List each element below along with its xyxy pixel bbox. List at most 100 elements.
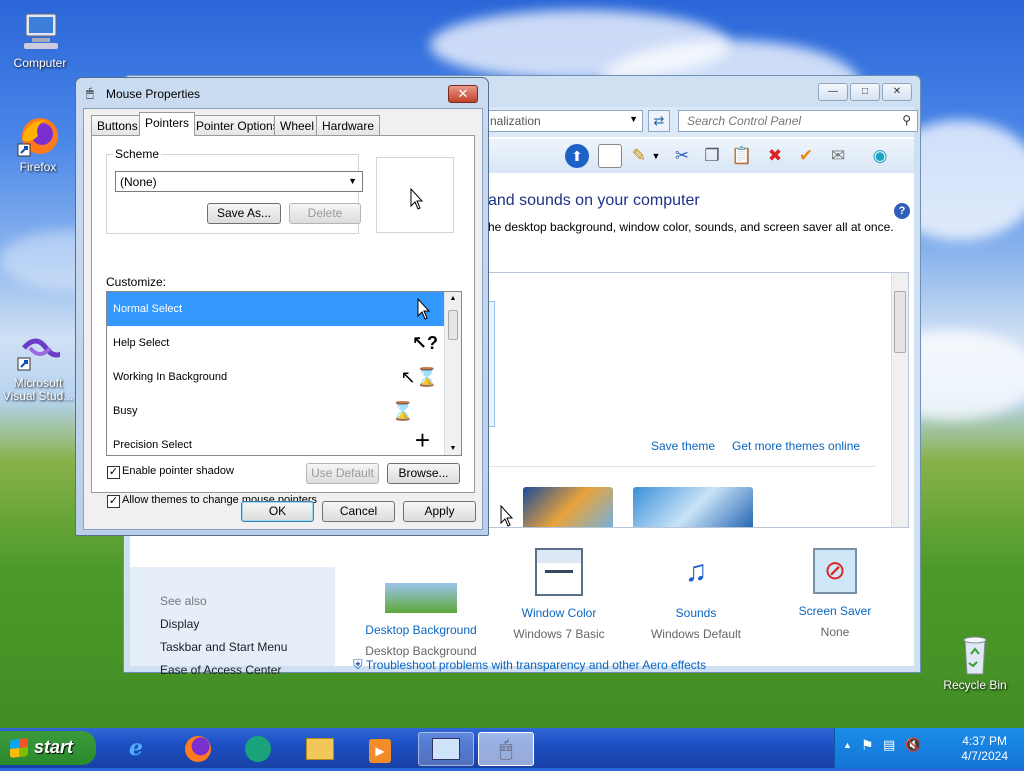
close-button[interactable]: ✕ [882, 83, 912, 101]
address-text: nalization [490, 114, 541, 128]
pointer-list[interactable]: Normal Select Help Select ↖? Working In … [106, 291, 462, 456]
desktop-icon-computer[interactable]: Computer [2, 10, 78, 70]
video-player-icon[interactable]: ▶ [360, 732, 400, 766]
list-item[interactable]: Help Select ↖? [107, 326, 444, 360]
list-item[interactable]: Normal Select [107, 292, 444, 326]
scrollbar-thumb[interactable] [894, 291, 906, 353]
search-placeholder: Search Control Panel [687, 114, 802, 128]
desktop-icon-recycle-bin[interactable]: Recycle Bin [937, 632, 1013, 692]
maximize-button[interactable]: □ [850, 83, 880, 101]
folder-icon[interactable] [300, 732, 340, 766]
mouse-icon: 🖱 [86, 85, 94, 100]
sounds-icon: ♫ [684, 555, 708, 588]
troubleshoot-text: Troubleshoot problems with transparency … [365, 658, 707, 672]
crosshair-cursor-icon: + [414, 425, 430, 455]
list-item[interactable]: Busy ⌛ [107, 394, 444, 428]
allow-themes-checkbox[interactable]: ✓ [107, 495, 120, 508]
desktop-icon-label: Computer [13, 56, 67, 70]
mail-icon[interactable]: ✉ [826, 144, 850, 168]
list-item[interactable]: Precision Select + [107, 425, 444, 455]
see-also-display-link[interactable]: Display [160, 617, 199, 631]
up-arrow-icon[interactable]: ⬆ [565, 144, 589, 168]
list-item[interactable]: Working In Background ↖⌛ [107, 360, 444, 394]
delete-button: Delete [289, 203, 361, 224]
get-more-themes-link[interactable]: Get more themes online [732, 439, 860, 453]
volume-muted-icon[interactable]: 🔇 [905, 737, 921, 753]
system-tray: ▲ ⚑ ▤ 🔇 4:37 PM 4/7/2024 [834, 728, 1024, 768]
pointer-name: Precision Select [113, 439, 192, 451]
network-icon[interactable]: ▤ [883, 737, 895, 753]
help-cursor-icon: ↖? [411, 333, 438, 353]
vertical-scrollbar[interactable]: ▲ ▼ [444, 292, 461, 455]
help-icon[interactable]: ? [894, 203, 910, 219]
ok-button[interactable]: OK [241, 501, 314, 522]
item-value: None [820, 625, 850, 639]
scheme-select[interactable]: (None) ▼ [115, 171, 363, 192]
refresh-icon[interactable]: ⇄ [648, 110, 670, 132]
theme-thumbnail[interactable] [633, 487, 753, 527]
recycle-bin-icon [953, 632, 997, 676]
scroll-down-icon[interactable]: ▼ [445, 445, 461, 452]
firefox-icon [16, 114, 60, 158]
internet-explorer-icon[interactable]: e [116, 732, 156, 766]
cut-icon[interactable]: ✂ [670, 144, 694, 168]
desktop-icon-visual-studio[interactable]: Microsoft Visual Stud... [0, 330, 76, 403]
flag-icon[interactable]: ⚑ [861, 737, 874, 754]
checkmark-icon[interactable]: ✔ [794, 144, 818, 168]
screen-saver-item[interactable]: ⊘ Screen Saver None [775, 548, 895, 639]
pointer-shadow-label: Enable pointer shadow [122, 465, 234, 477]
address-bar[interactable]: nalization ▼ [485, 110, 643, 132]
vertical-scrollbar[interactable] [891, 273, 908, 527]
panel-icon[interactable] [598, 144, 622, 168]
copy-icon[interactable]: ❐ [700, 144, 724, 168]
chevron-down-icon: ▼ [348, 176, 357, 186]
tab-wheel[interactable]: Wheel [274, 115, 321, 135]
media-player-icon[interactable] [238, 732, 278, 766]
working-cursor-icon: ↖⌛ [400, 367, 439, 387]
chevron-down-icon[interactable]: ▼ [629, 114, 638, 124]
chevron-down-icon[interactable]: ▼ [650, 144, 662, 168]
pointer-shadow-checkbox[interactable]: ✓ [107, 466, 120, 479]
tab-pointers[interactable]: Pointers [139, 112, 196, 136]
start-button[interactable]: start [0, 731, 96, 765]
delete-icon[interactable]: ✖ [763, 144, 787, 168]
paste-icon[interactable]: 📋 [730, 144, 754, 168]
troubleshoot-link[interactable]: ⛨ Troubleshoot problems with transparenc… [353, 657, 706, 673]
control-panel-icon [432, 738, 460, 760]
globe-icon[interactable]: ◉ [868, 144, 892, 168]
see-also-title: See also [160, 594, 207, 608]
properties-icon[interactable]: ✎ [627, 144, 651, 168]
save-theme-link[interactable]: Save theme [651, 439, 715, 453]
firefox-icon[interactable] [178, 732, 218, 766]
clock[interactable]: 4:37 PM 4/7/2024 [961, 734, 1008, 764]
scroll-up-icon[interactable]: ▲ [445, 295, 461, 302]
save-as-button[interactable]: Save As... [207, 203, 281, 224]
show-hidden-icons[interactable]: ▲ [843, 740, 852, 750]
scrollbar-thumb[interactable] [448, 310, 458, 340]
desktop-icon-label: Recycle Bin [943, 678, 1007, 692]
window-color-item[interactable]: Window Color Windows 7 Basic [499, 548, 619, 641]
scheme-group: Scheme (None) ▼ Save As... Delete [106, 147, 363, 234]
minimize-button[interactable]: — [818, 83, 848, 101]
browse-button[interactable]: Browse... [387, 463, 460, 484]
apply-button[interactable]: Apply [403, 501, 476, 522]
sounds-item[interactable]: ♫ Sounds Windows Default [636, 548, 756, 641]
see-also-ease-link[interactable]: Ease of Access Center [160, 663, 281, 677]
close-button[interactable]: ✕ [448, 85, 478, 103]
control-panel-task[interactable] [418, 732, 474, 766]
search-input[interactable]: Search Control Panel ⚲ [678, 110, 918, 132]
search-icon[interactable]: ⚲ [902, 113, 911, 127]
see-also-taskbar-link[interactable]: Taskbar and Start Menu [160, 640, 287, 654]
desktop-icon-firefox[interactable]: Firefox [0, 114, 76, 174]
item-value: Desktop Background [365, 644, 477, 658]
theme-thumbnail[interactable] [523, 487, 613, 527]
desktop-background-item[interactable]: Desktop Background Desktop Background [361, 583, 481, 658]
windows-logo-icon [10, 738, 28, 758]
mouse-pointer-icon [500, 505, 514, 527]
tab-hardware[interactable]: Hardware [316, 115, 381, 135]
see-also-pane: See also Display Taskbar and Start Menu … [130, 567, 335, 677]
tab-buttons[interactable]: Buttons [91, 115, 144, 135]
cancel-button[interactable]: Cancel [322, 501, 395, 522]
mouse-properties-task[interactable]: 🖱 [478, 732, 534, 766]
tab-pointer-options[interactable]: Pointer Options [190, 115, 285, 135]
